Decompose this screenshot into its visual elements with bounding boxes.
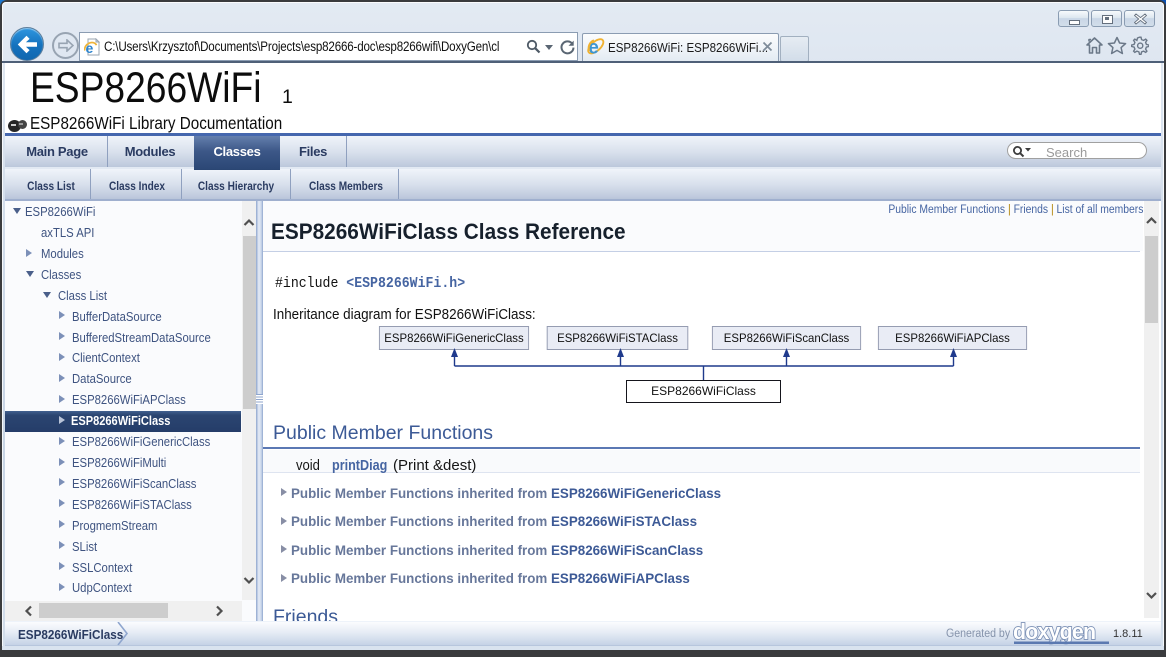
svg-text:doxygen: doxygen [1013, 620, 1095, 644]
